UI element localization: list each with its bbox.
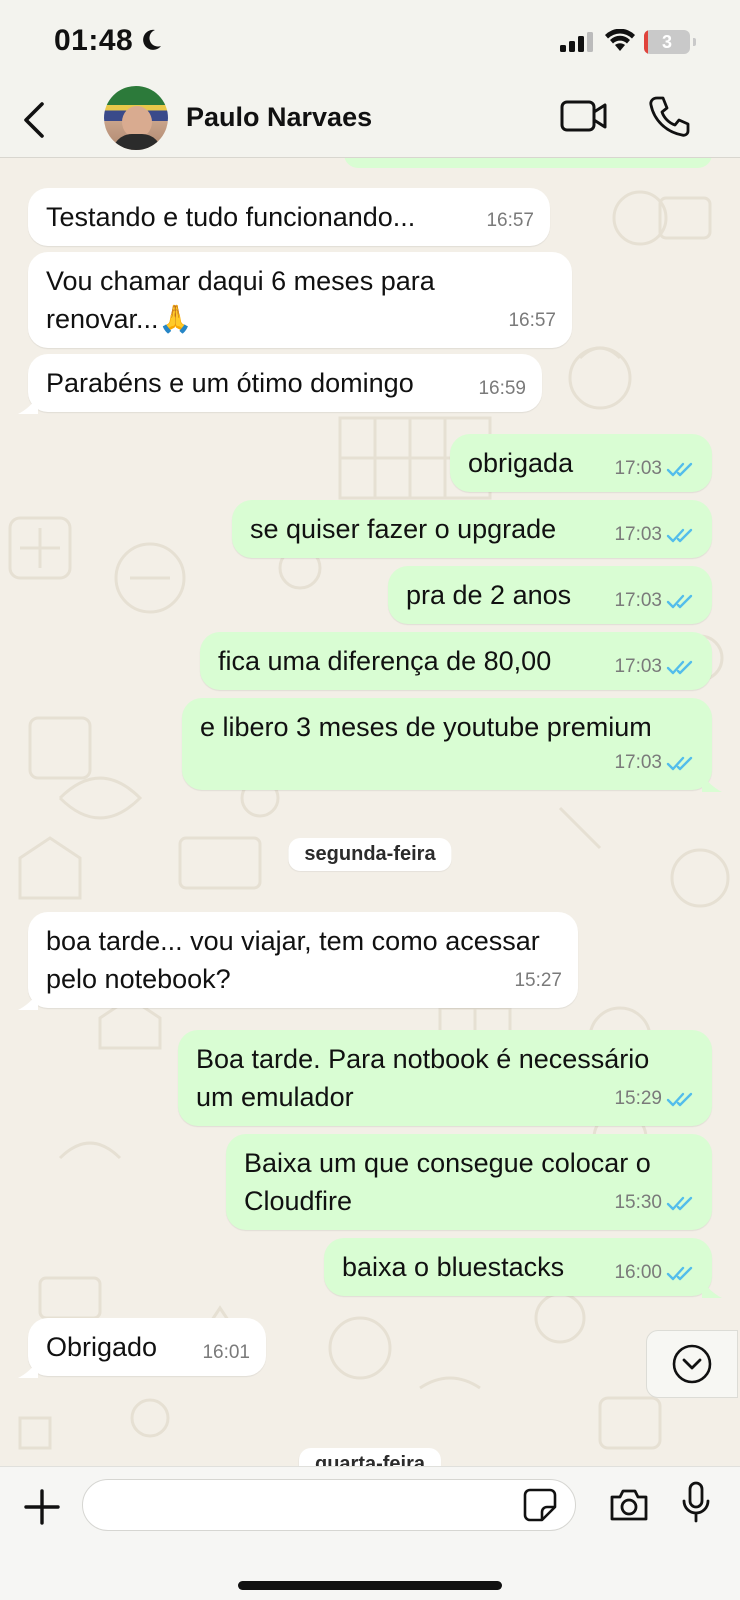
- message-text: baixa o bluestacks: [342, 1252, 565, 1282]
- message-meta: 15:30: [614, 1184, 696, 1222]
- previous-message-partial: [344, 158, 712, 168]
- message-meta: 16:01: [202, 1334, 250, 1372]
- message-time: 15:30: [614, 1192, 662, 1213]
- message-in[interactable]: Testando e tudo funcionando... 16:57: [28, 188, 550, 246]
- wifi-icon: [605, 29, 635, 51]
- message-in[interactable]: boa tarde... vou viajar, tem como acessa…: [18, 912, 578, 1010]
- message-out[interactable]: Boa tarde. Para notbook é necessário um …: [178, 1030, 712, 1126]
- avatar-shirt: [112, 134, 162, 150]
- message-in[interactable]: Obrigado 16:01: [18, 1318, 266, 1378]
- message-meta: 15:27: [514, 962, 562, 1000]
- microphone-icon[interactable]: [680, 1481, 712, 1525]
- date-separator: quarta-feira: [298, 1448, 442, 1466]
- input-bar: [0, 1466, 740, 1600]
- message-input[interactable]: [82, 1479, 576, 1531]
- message-meta: 16:57: [486, 202, 534, 240]
- bubble-tail: [18, 992, 38, 1010]
- chevron-down-icon: [672, 1344, 712, 1384]
- battery-level: 3: [661, 32, 672, 52]
- message-out[interactable]: Baixa um que consegue colocar o Cloudfir…: [226, 1134, 712, 1230]
- moon-icon: [143, 29, 161, 50]
- message-text: se quiser fazer o upgrade: [250, 514, 557, 544]
- message-time: 15:27: [514, 970, 562, 991]
- double-check-icon: [666, 462, 693, 477]
- signal-icon: [560, 32, 593, 52]
- contact-name[interactable]: Paulo Narvaes: [186, 102, 372, 133]
- message-out[interactable]: fica uma diferença de 80,00 17:03: [200, 632, 712, 690]
- message-time: 15:29: [614, 1088, 662, 1109]
- message-out[interactable]: obrigada 17:03: [450, 434, 712, 492]
- battery-icon: 3: [644, 30, 690, 54]
- scroll-to-bottom-button[interactable]: [646, 1330, 738, 1398]
- message-text: obrigada: [468, 448, 574, 478]
- message-in[interactable]: Vou chamar daqui 6 meses para renovar...…: [28, 252, 572, 348]
- message-text: Obrigado: [46, 1332, 158, 1362]
- message-meta: 16:59: [478, 370, 526, 408]
- message-time: 16:01: [202, 1342, 250, 1363]
- chat-area[interactable]: Testando e tudo funcionando... 16:57 Vou…: [0, 158, 740, 1466]
- message-text: Baixa um que consegue colocar o Cloudfir…: [244, 1148, 651, 1216]
- message-time: 16:00: [614, 1262, 662, 1283]
- avatar[interactable]: [104, 86, 168, 150]
- sticker-icon[interactable]: [522, 1487, 558, 1523]
- double-check-icon: [666, 660, 693, 675]
- message-text: Boa tarde. Para notbook é necessário um …: [196, 1044, 650, 1112]
- message-out[interactable]: baixa o bluestacks 16:00: [324, 1238, 722, 1298]
- camera-icon[interactable]: [608, 1485, 650, 1525]
- message-text: e libero 3 meses de youtube premium: [200, 712, 652, 742]
- message-time: 17:03: [614, 524, 662, 545]
- plus-icon[interactable]: [22, 1487, 62, 1527]
- video-camera-icon[interactable]: [560, 98, 608, 134]
- message-in[interactable]: Parabéns e um ótimo domingo 16:59: [18, 354, 542, 414]
- message-text: Testando e tudo funcionando...: [46, 202, 416, 232]
- date-separator: segunda-feira: [288, 838, 452, 871]
- message-out[interactable]: se quiser fazer o upgrade 17:03: [232, 500, 712, 558]
- message-meta: 17:03: [614, 648, 696, 686]
- double-check-icon: [666, 594, 693, 609]
- status-bar: 01:48 3: [0, 0, 740, 84]
- message-time: 17:03: [614, 752, 662, 773]
- home-indicator: [238, 1581, 502, 1590]
- back-chevron-icon[interactable]: [20, 98, 50, 142]
- message-text: fica uma diferença de 80,00: [218, 646, 552, 676]
- message-meta: 17:03: [614, 744, 696, 782]
- message-text: Vou chamar daqui 6 meses para renovar...…: [46, 266, 435, 334]
- bubble-tail: [702, 1280, 722, 1298]
- status-time: 01:48: [54, 24, 134, 57]
- double-check-icon: [666, 528, 693, 543]
- chat-header: Paulo Narvaes: [0, 84, 740, 158]
- message-text: pra de 2 anos: [406, 580, 572, 610]
- message-time: 17:03: [614, 590, 662, 611]
- bubble-tail: [18, 396, 38, 414]
- bubble-tail: [18, 1360, 38, 1378]
- message-out[interactable]: e libero 3 meses de youtube premium 17:0…: [182, 698, 722, 792]
- double-check-icon: [666, 1092, 693, 1107]
- message-text: Parabéns e um ótimo domingo: [46, 368, 414, 398]
- message-time: 17:03: [614, 458, 662, 479]
- message-time: 16:59: [478, 378, 526, 399]
- double-check-icon: [666, 1196, 693, 1211]
- message-time: 17:03: [614, 656, 662, 677]
- message-out[interactable]: pra de 2 anos 17:03: [388, 566, 712, 624]
- message-meta: 17:03: [614, 450, 696, 488]
- double-check-icon: [666, 1266, 693, 1281]
- double-check-icon: [666, 756, 693, 771]
- message-meta: 17:03: [614, 582, 696, 620]
- message-meta: 17:03: [614, 516, 696, 554]
- message-meta: 16:57: [508, 302, 556, 340]
- message-meta: 15:29: [614, 1080, 696, 1118]
- battery-cap: [693, 38, 696, 46]
- bubble-tail: [702, 774, 722, 792]
- message-text: boa tarde... vou viajar, tem como acessa…: [46, 926, 540, 994]
- message-time: 16:57: [508, 310, 556, 331]
- message-meta: 16:00: [614, 1254, 696, 1292]
- message-time: 16:57: [486, 210, 534, 231]
- phone-icon[interactable]: [648, 94, 690, 138]
